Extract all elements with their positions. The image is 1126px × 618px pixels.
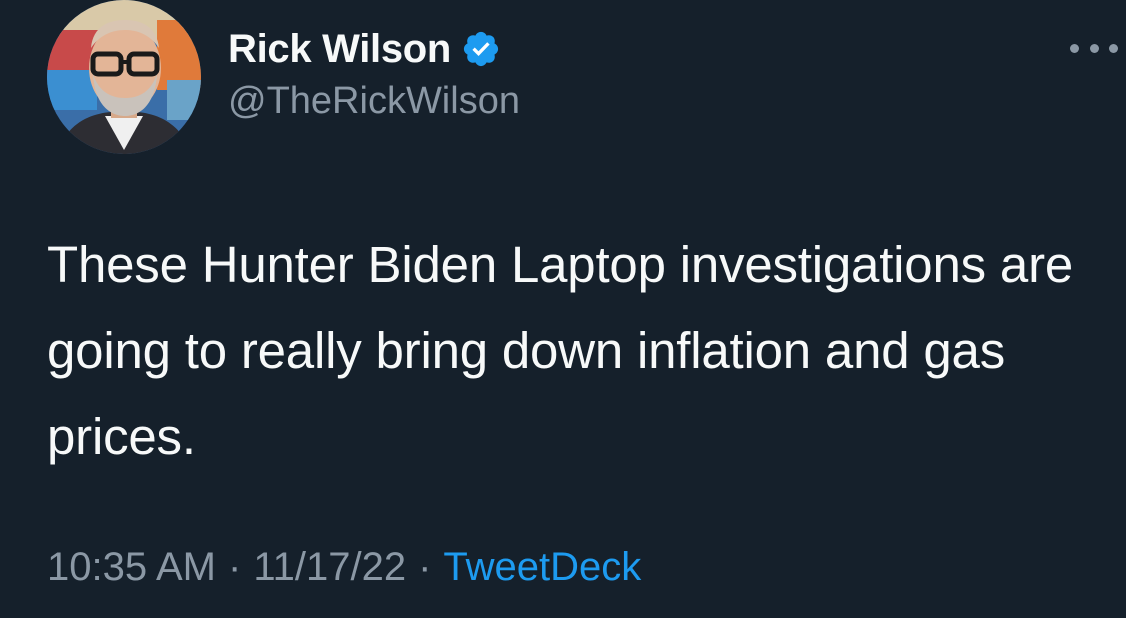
more-dot xyxy=(1070,43,1079,53)
tweet-card: Rick Wilson @TheRickWilson These Hunter … xyxy=(0,0,1126,618)
meta-separator: · xyxy=(228,545,242,589)
avatar[interactable] xyxy=(47,0,201,154)
tweet-text: These Hunter Biden Laptop investigations… xyxy=(47,236,1074,465)
more-dot xyxy=(1109,43,1118,53)
more-options-icon[interactable] xyxy=(1070,36,1118,60)
avatar-image xyxy=(47,0,201,154)
more-dot xyxy=(1089,43,1099,53)
verified-badge-icon xyxy=(463,31,499,67)
tweet-metadata: 10:35 AM · 11/17/22 · TweetDeck xyxy=(47,545,641,590)
author-display-name[interactable]: Rick Wilson xyxy=(228,27,451,72)
author-handle[interactable]: @TheRickWilson xyxy=(228,80,520,123)
tweet-date[interactable]: 11/17/22 xyxy=(253,545,406,589)
meta-separator: · xyxy=(418,545,432,589)
author-name-row[interactable]: Rick Wilson xyxy=(228,26,501,72)
tweet-source-link[interactable]: TweetDeck xyxy=(443,545,641,589)
tweet-time[interactable]: 10:35 AM xyxy=(47,545,216,589)
